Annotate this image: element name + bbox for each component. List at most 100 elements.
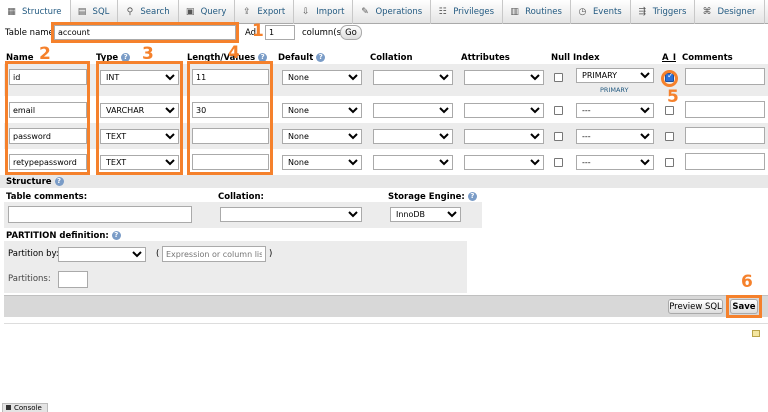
storage-engine-label: Storage Engine:?	[388, 192, 477, 202]
partition-close-paren: )	[269, 249, 273, 259]
header-comments: Comments	[682, 53, 733, 63]
header-collation: Collation	[370, 53, 413, 63]
annotation-number-3: 3	[142, 44, 154, 64]
add-columns-count-input[interactable]	[265, 25, 295, 40]
operations-icon: ✎	[361, 7, 369, 17]
partition-by-label: Partition by:	[8, 249, 59, 259]
tab-import[interactable]: ⇩ Import	[294, 0, 354, 24]
tab-triggers[interactable]: ⇶ Triggers	[631, 0, 696, 24]
column-default-select[interactable]: None	[282, 129, 362, 144]
header-null: Null	[551, 53, 570, 63]
action-bar	[4, 295, 768, 317]
note-icon[interactable]	[752, 330, 760, 337]
tab-query[interactable]: ▣ Query	[179, 0, 236, 24]
header-index: Index	[573, 53, 600, 63]
column-null-checkbox[interactable]	[554, 73, 563, 82]
tab-privileges[interactable]: ☷ Privileges	[431, 0, 504, 24]
tab-sql[interactable]: ▤ SQL	[71, 0, 119, 24]
tab-export[interactable]: ⇪ Export	[235, 0, 295, 24]
annotation-box-type-column	[96, 61, 183, 175]
storage-engine-select[interactable]: InnoDB	[390, 207, 461, 222]
column-ai-checkbox[interactable]	[665, 158, 674, 167]
annotation-circle-ai	[661, 70, 678, 87]
sql-icon: ▤	[77, 7, 87, 17]
column-index-note: PRIMARY	[600, 86, 629, 94]
divider	[4, 323, 768, 324]
column-attributes-select[interactable]	[464, 155, 544, 170]
annotation-box-length-column	[187, 61, 273, 175]
tab-label: SQL	[92, 7, 110, 17]
table-collation-select[interactable]	[220, 207, 362, 222]
column-collation-select[interactable]	[373, 129, 453, 144]
triggers-icon: ⇶	[638, 7, 646, 17]
annotation-number-1: 1	[252, 21, 264, 41]
column-null-checkbox[interactable]	[554, 132, 563, 141]
tab-label: Query	[200, 7, 227, 17]
partition-title: PARTITION definition:?	[6, 231, 121, 241]
column-default-select[interactable]: None	[282, 103, 362, 118]
column-index-select[interactable]: PRIMARY	[576, 68, 654, 83]
designer-icon: ⌘	[702, 7, 712, 17]
table-name-label: Table name:	[5, 28, 57, 38]
partitions-count-input[interactable]	[58, 271, 88, 288]
annotation-number-5: 5	[667, 87, 679, 107]
column-attributes-select[interactable]	[464, 70, 544, 85]
partition-by-select[interactable]	[58, 247, 146, 262]
collation-label: Collation:	[218, 192, 264, 202]
tab-label: Export	[257, 7, 286, 17]
tab-bar: ▦ Structure ▤ SQL ⚲ Search ▣ Query ⇪ Export ⇩ Impor…	[0, 0, 768, 24]
column-attributes-select[interactable]	[464, 129, 544, 144]
tab-label: Triggers	[652, 7, 687, 17]
tab-label: Designer	[717, 7, 756, 17]
column-collation-select[interactable]	[373, 155, 453, 170]
privileges-icon: ☷	[438, 7, 447, 17]
columns-suffix-label: column(s)	[302, 28, 345, 38]
column-comments-textarea[interactable]	[685, 101, 765, 118]
annotation-box-table-name	[51, 22, 239, 43]
annotation-box-save	[726, 295, 762, 318]
search-icon: ⚲	[126, 7, 134, 17]
annotation-number-2: 2	[39, 44, 51, 64]
tab-designer[interactable]: ⌘ Designer	[695, 0, 765, 24]
tab-structure[interactable]: ▦ Structure	[0, 0, 71, 24]
column-default-select[interactable]: None	[282, 155, 362, 170]
tab-label: Events	[592, 7, 622, 17]
preview-sql-button[interactable]: Preview SQL	[668, 299, 723, 314]
table-comments-input[interactable]	[8, 206, 192, 223]
column-comments-textarea[interactable]	[685, 153, 765, 170]
partition-expression-input[interactable]	[162, 246, 266, 262]
annotation-number-4: 4	[228, 43, 240, 63]
tab-events[interactable]: ◷ Events	[571, 0, 631, 24]
column-null-checkbox[interactable]	[554, 158, 563, 167]
column-null-checkbox[interactable]	[554, 106, 563, 115]
tab-operations[interactable]: ✎ Operations	[353, 0, 432, 24]
column-index-select[interactable]: ---	[576, 155, 654, 170]
console-icon	[6, 405, 11, 410]
column-ai-checkbox[interactable]	[665, 106, 674, 115]
column-comments-textarea[interactable]	[685, 127, 765, 144]
structure-title: Structure?	[6, 177, 64, 187]
import-icon: ⇩	[301, 7, 310, 17]
annotation-box-name-column	[5, 61, 90, 175]
tab-search[interactable]: ⚲ Search	[118, 0, 179, 24]
console-tab[interactable]: Console	[2, 403, 48, 412]
structure-bar	[0, 175, 768, 188]
go-button[interactable]: Go	[340, 25, 362, 40]
table-comments-label: Table comments:	[6, 192, 88, 202]
column-collation-select[interactable]	[373, 103, 453, 118]
column-ai-checkbox[interactable]	[665, 132, 674, 141]
column-index-select[interactable]: ---	[576, 129, 654, 144]
header-ai: A_I	[662, 53, 676, 63]
structure-help-icon[interactable]: ?	[54, 177, 64, 186]
storage-engine-help-icon[interactable]: ?	[467, 192, 477, 201]
tab-routines[interactable]: ▥ Routines	[503, 0, 571, 24]
partitions-label: Partitions:	[8, 274, 51, 284]
tab-label: Privileges	[453, 7, 495, 17]
column-index-select[interactable]: ---	[576, 103, 654, 118]
column-default-select[interactable]: None	[282, 70, 362, 85]
partition-help-icon[interactable]: ?	[111, 231, 121, 240]
column-comments-textarea[interactable]	[685, 68, 765, 85]
default-help-icon[interactable]: ?	[316, 53, 326, 62]
column-attributes-select[interactable]	[464, 103, 544, 118]
column-collation-select[interactable]	[373, 70, 453, 85]
